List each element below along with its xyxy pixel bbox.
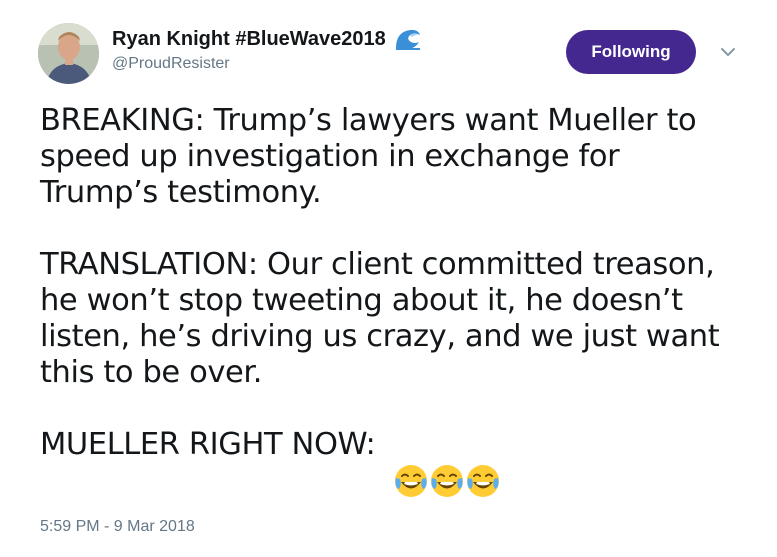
face-with-tears-of-joy-icon <box>429 427 465 497</box>
following-button[interactable]: Following <box>566 30 696 74</box>
handle[interactable]: @ProudResister <box>112 55 422 73</box>
display-name[interactable]: Ryan Knight #BlueWave2018 <box>112 28 386 51</box>
chevron-down-icon[interactable] <box>716 40 740 64</box>
tweet-text: BREAKING: Trump’s lawyers want Mueller t… <box>40 103 760 497</box>
tweet-paragraph-mueller: MUELLER RIGHT NOW: <box>40 427 760 497</box>
face-with-tears-of-joy-icon <box>465 427 501 497</box>
tweet-timestamp[interactable]: 5:59 PM - 9 Mar 2018 <box>40 518 195 536</box>
tweet-paragraph-translation: TRANSLATION: Our client committed treaso… <box>40 247 720 390</box>
author-block: Ryan Knight #BlueWave2018 @ProudResister <box>112 26 422 73</box>
avatar[interactable] <box>38 23 99 84</box>
water-wave-icon <box>394 26 422 52</box>
emoji-group <box>393 427 501 497</box>
face-with-tears-of-joy-icon <box>393 427 429 497</box>
tweet-card: Ryan Knight #BlueWave2018 @ProudResister… <box>0 0 777 557</box>
mueller-text: MUELLER RIGHT NOW: <box>40 427 376 462</box>
tweet-paragraph-breaking: BREAKING: Trump’s lawyers want Mueller t… <box>40 103 697 210</box>
